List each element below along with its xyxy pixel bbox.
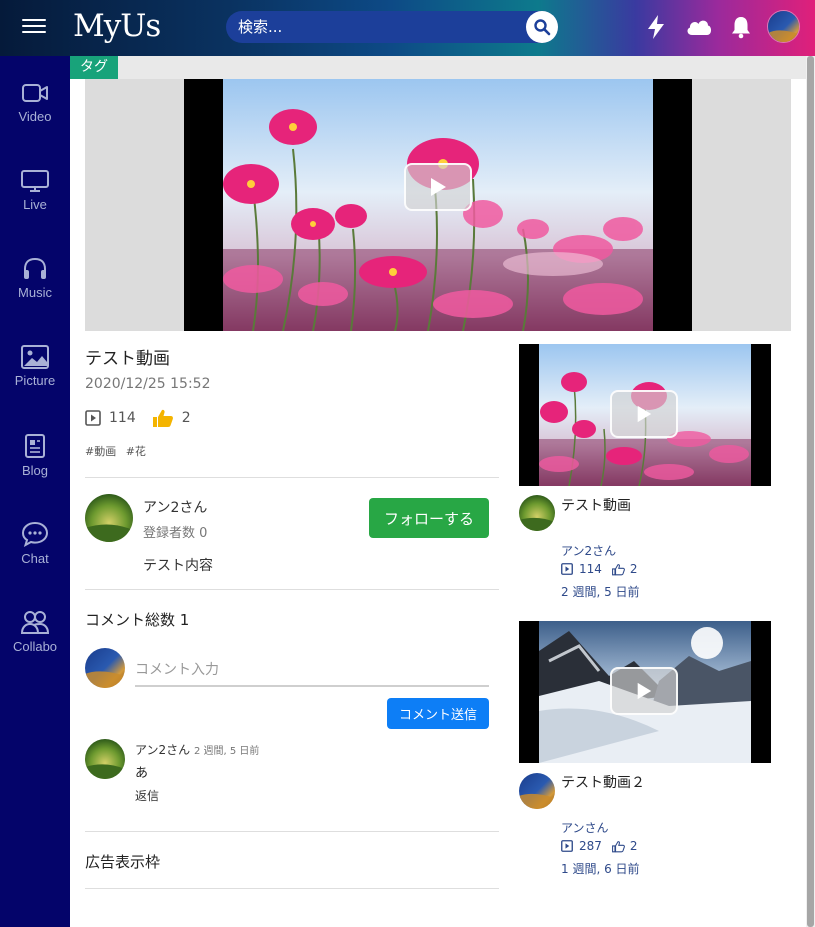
cloud-icon[interactable] bbox=[684, 14, 714, 40]
play-icon bbox=[637, 405, 652, 423]
tag-bar: タグ bbox=[70, 56, 806, 79]
chat-icon bbox=[21, 521, 49, 547]
comment-time: 2 週間, 5 日前 bbox=[193, 746, 260, 757]
sidebar-label: Blog bbox=[21, 463, 49, 478]
ad-slot: 広告表示枠 bbox=[85, 853, 161, 871]
search-button[interactable] bbox=[526, 11, 558, 43]
sidebar-label: Video bbox=[18, 109, 52, 124]
related-channel-avatar[interactable] bbox=[519, 495, 555, 531]
reply-link[interactable]: 返信 bbox=[135, 787, 159, 804]
video-date: 2020/12/25 15:52 bbox=[85, 376, 211, 392]
monitor-icon bbox=[21, 170, 49, 192]
thumbs-up-icon bbox=[611, 840, 625, 852]
tag-link[interactable]: #花 bbox=[126, 445, 146, 458]
play-button[interactable] bbox=[610, 667, 678, 715]
related-video-author[interactable]: アン2さん bbox=[561, 542, 616, 559]
comment-author: アン2さん 2 週間, 5 日前 bbox=[135, 741, 259, 758]
related-view-count: 114 bbox=[579, 562, 602, 576]
like-count: 2 bbox=[181, 410, 191, 426]
comment-input[interactable] bbox=[135, 654, 489, 687]
channel-avatar[interactable] bbox=[85, 494, 133, 542]
comment-send-button[interactable]: コメント送信 bbox=[387, 698, 489, 729]
sidebar: Video Live Music Picture Blog Chat Colla… bbox=[0, 56, 70, 927]
sidebar-item-blog[interactable]: Blog bbox=[0, 433, 70, 513]
channel-name[interactable]: アン2さん bbox=[143, 497, 207, 517]
app-logo[interactable]: MyUs bbox=[73, 8, 161, 44]
search-input[interactable] bbox=[226, 11, 516, 43]
sidebar-item-video[interactable]: Video bbox=[0, 81, 70, 161]
related-video-thumbnail[interactable] bbox=[519, 344, 771, 486]
related-video-time: 2 週間, 5 日前 bbox=[561, 585, 640, 599]
related-channel-avatar[interactable] bbox=[519, 773, 555, 809]
video-description: テスト内容 bbox=[143, 558, 213, 574]
divider bbox=[85, 831, 499, 832]
comment-count: コメント総数 1 bbox=[85, 611, 190, 629]
follow-button[interactable]: フォローする bbox=[369, 498, 489, 538]
play-button[interactable] bbox=[610, 390, 678, 438]
tag-link[interactable]: #動画 bbox=[85, 445, 116, 458]
top-header: MyUs bbox=[0, 0, 815, 56]
play-icon bbox=[431, 178, 446, 196]
view-count: 114 bbox=[109, 410, 136, 426]
play-button[interactable] bbox=[404, 163, 472, 211]
comment-author-avatar[interactable] bbox=[85, 739, 125, 779]
related-video-author[interactable]: アンさん bbox=[561, 819, 609, 836]
sidebar-item-chat[interactable]: Chat bbox=[0, 521, 70, 601]
search-bar bbox=[226, 11, 558, 43]
menu-icon[interactable] bbox=[22, 15, 46, 37]
video-icon bbox=[22, 84, 48, 102]
thumbs-up-icon[interactable] bbox=[152, 408, 174, 428]
bell-icon[interactable] bbox=[728, 14, 754, 40]
lightning-icon[interactable] bbox=[643, 14, 669, 40]
related-like-count: 2 bbox=[629, 562, 638, 576]
video-player[interactable] bbox=[85, 79, 791, 331]
related-video-thumbnail[interactable] bbox=[519, 621, 771, 763]
thumbs-up-icon bbox=[611, 563, 625, 575]
subscriber-count: 登録者数 0 bbox=[143, 526, 208, 541]
image-icon bbox=[21, 345, 49, 369]
scrollbar[interactable] bbox=[806, 56, 815, 927]
divider bbox=[85, 589, 499, 590]
divider bbox=[85, 477, 499, 478]
sidebar-item-picture[interactable]: Picture bbox=[0, 345, 70, 425]
play-count-icon bbox=[561, 563, 573, 575]
related-view-count: 287 bbox=[579, 839, 602, 853]
user-avatar[interactable] bbox=[767, 10, 800, 43]
play-icon bbox=[637, 682, 652, 700]
video-stats: 114 2 bbox=[85, 408, 207, 428]
tag-chip[interactable]: タグ bbox=[70, 56, 118, 79]
play-count-icon bbox=[85, 410, 101, 426]
headphones-icon bbox=[24, 257, 46, 279]
sidebar-label: Music bbox=[18, 285, 52, 300]
video-tags: #動画 #花 bbox=[85, 443, 152, 459]
sidebar-label: Collabo bbox=[12, 639, 58, 654]
search-icon bbox=[534, 19, 551, 36]
blog-icon bbox=[25, 434, 45, 458]
related-video-time: 1 週間, 6 日前 bbox=[561, 862, 640, 876]
comment-author-name[interactable]: アン2さん bbox=[135, 743, 190, 757]
sidebar-item-music[interactable]: Music bbox=[0, 257, 70, 337]
sidebar-label: Chat bbox=[21, 551, 49, 566]
sidebar-item-collabo[interactable]: Collabo bbox=[0, 609, 70, 689]
sidebar-label: Picture bbox=[14, 373, 56, 388]
play-count-icon bbox=[561, 840, 573, 852]
comment-text: あ bbox=[135, 766, 149, 781]
sidebar-label: Live bbox=[23, 197, 47, 212]
related-video-title[interactable]: テスト動画２ bbox=[561, 772, 645, 792]
sidebar-item-live[interactable]: Live bbox=[0, 169, 70, 249]
related-like-count: 2 bbox=[629, 839, 638, 853]
related-video-title[interactable]: テスト動画 bbox=[561, 495, 631, 515]
people-icon bbox=[20, 611, 50, 634]
divider bbox=[85, 888, 499, 889]
commenter-avatar bbox=[85, 648, 125, 688]
scroll-thumb[interactable] bbox=[807, 56, 814, 927]
related-video-stats: 114 2 bbox=[561, 562, 638, 576]
video-title: テスト動画 bbox=[85, 349, 170, 369]
related-video-stats: 287 2 bbox=[561, 839, 638, 853]
